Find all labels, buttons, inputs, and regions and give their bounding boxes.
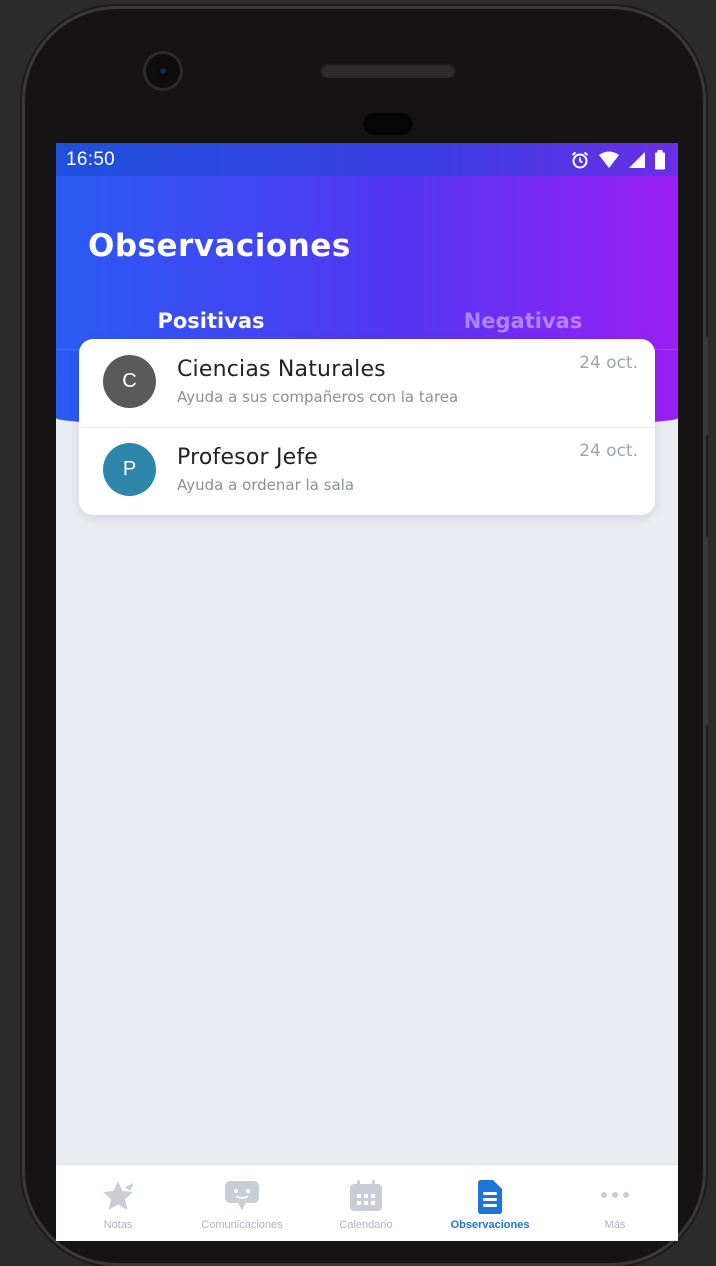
nav-label: Observaciones xyxy=(450,1219,530,1231)
document-icon xyxy=(478,1180,502,1214)
observations-card: C Ciencias Naturales Ayuda a sus compañe… xyxy=(79,339,655,515)
observation-title: Ciencias Naturales xyxy=(177,357,386,382)
bottom-navigation: Notas Comunicaciones Calendario Observac… xyxy=(56,1164,678,1241)
list-item[interactable]: C Ciencias Naturales Ayuda a sus compañe… xyxy=(79,339,655,428)
observation-description: Ayuda a sus compañeros con la tarea xyxy=(177,388,459,406)
list-item[interactable]: P Profesor Jefe Ayuda a ordenar la sala … xyxy=(79,427,655,515)
volume-button xyxy=(703,336,708,436)
star-icon xyxy=(103,1181,134,1210)
nav-label: Calendario xyxy=(339,1219,393,1231)
battery-icon xyxy=(655,149,665,169)
alarm-icon xyxy=(571,151,589,168)
page-title: Observaciones xyxy=(88,228,351,264)
status-icons xyxy=(570,149,666,170)
avatar: C xyxy=(103,355,156,408)
avatar: P xyxy=(103,443,156,496)
nav-label: Comunicaciones xyxy=(201,1219,283,1231)
status-time: 16:50 xyxy=(66,148,116,170)
nav-item-comunicaciones[interactable]: Comunicaciones xyxy=(180,1165,304,1241)
front-camera xyxy=(146,54,180,88)
tab-negativas[interactable]: Negativas xyxy=(428,309,618,333)
nav-label: Más xyxy=(604,1219,626,1231)
app-screen: 16:50 Observaciones Positivas Negativas xyxy=(56,143,678,1241)
status-bar: 16:50 xyxy=(56,143,678,176)
tab-positivas[interactable]: Positivas xyxy=(116,309,306,333)
nav-label: Notas xyxy=(103,1219,133,1231)
earpiece-speaker xyxy=(320,62,456,78)
power-button xyxy=(703,536,708,726)
observation-date: 24 oct. xyxy=(579,353,638,373)
more-icon xyxy=(601,1192,629,1198)
wifi-icon xyxy=(599,151,619,168)
observation-date: 24 oct. xyxy=(579,441,638,461)
calendar-icon xyxy=(350,1180,382,1211)
signal-icon xyxy=(629,151,645,168)
nav-item-mas[interactable]: Más xyxy=(552,1165,678,1241)
chat-icon xyxy=(225,1181,259,1210)
observation-title: Profesor Jefe xyxy=(177,445,319,470)
nav-item-observaciones[interactable]: Observaciones xyxy=(428,1165,552,1241)
observation-description: Ayuda a ordenar la sala xyxy=(177,476,355,494)
proximity-sensor xyxy=(363,113,413,135)
nav-item-notas[interactable]: Notas xyxy=(56,1165,180,1241)
nav-item-calendario[interactable]: Calendario xyxy=(304,1165,428,1241)
